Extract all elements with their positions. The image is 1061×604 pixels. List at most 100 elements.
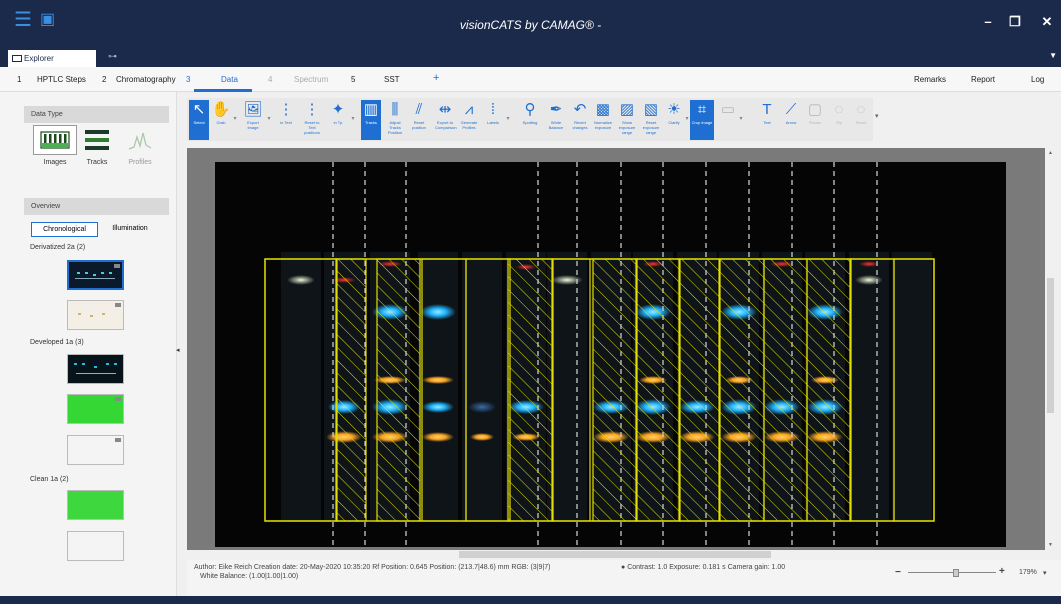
tab-log[interactable]: Log	[1031, 75, 1044, 84]
arrow-tool-button[interactable]: ⟋ Arrow	[781, 100, 801, 140]
eyedropper-icon: ✒	[549, 101, 563, 118]
hptlc-plate-image[interactable]	[215, 162, 1006, 547]
hand-icon: ✋	[211, 101, 231, 118]
generate-profiles-button[interactable]: ⩘ Generate Profiles	[459, 100, 479, 140]
exposure-icon: ▩	[595, 101, 611, 118]
normalize-exposure-button[interactable]: ▩ Normalize exposure	[593, 100, 613, 140]
grab-label: Grab	[216, 120, 226, 125]
toolbar-separator: ▾	[739, 116, 743, 122]
thumbnail-derivatized-2[interactable]	[67, 300, 124, 330]
reset-exposure-range-button[interactable]: ▧ Reset exposure range	[641, 100, 661, 140]
minimize-button[interactable]: –	[979, 14, 997, 29]
in-tp-button[interactable]: ✦ in Tp	[328, 100, 348, 140]
profiles-label: Profiles	[128, 159, 152, 166]
collapse-panel-icon[interactable]: ◂	[176, 346, 180, 354]
crop-image-button[interactable]: ⌗ Crop image	[690, 100, 714, 140]
export-comparison-button[interactable]: ⇹ Export to Comparison	[435, 100, 457, 140]
close-button[interactable]: ✕	[1038, 14, 1056, 30]
reset-button[interactable]: ◌ Reset	[851, 100, 871, 140]
lane-background	[892, 252, 932, 522]
data-type-profiles[interactable]: Profiles	[118, 125, 162, 175]
track-boxes[interactable]	[264, 258, 935, 522]
title-bar: ☰ ▣ visionCATS by CAMAG® - – ❐ ✕	[0, 0, 1061, 47]
flip-label: Flip	[835, 120, 843, 125]
chevron-down-icon[interactable]: ▼	[1049, 51, 1057, 60]
step-5-number: 5	[351, 75, 356, 84]
status-contrast: Contrast: 1.0 Exposure: 0.181 s Camera g…	[627, 564, 786, 571]
step-chromatography[interactable]: Chromatography	[116, 75, 176, 84]
step-hptlc-steps[interactable]: HPTLC Steps	[37, 75, 86, 84]
export-image-button[interactable]: 🖼 Export Image	[243, 100, 263, 140]
reset-exposure-range-label: Reset exposure range	[642, 120, 660, 135]
scroll-down-icon[interactable]: ▼	[1048, 542, 1053, 548]
spotting-button[interactable]: ⚲ Spotting	[520, 100, 540, 140]
thumbnail-clean-1[interactable]	[67, 490, 124, 520]
active-step-indicator	[194, 89, 252, 92]
tab-report[interactable]: Report	[971, 75, 995, 84]
clarify-button[interactable]: ☀ Clarify	[664, 100, 684, 140]
add-step-button[interactable]: +	[433, 72, 439, 84]
export-comparison-label: Export to Comparison	[435, 120, 457, 130]
revert-changes-button[interactable]: ↶ Revert changes	[570, 100, 590, 140]
tab-illumination[interactable]: Illumination	[104, 222, 156, 237]
zoom-in-button[interactable]: +	[999, 566, 1005, 577]
cursor-icon: ↖	[192, 101, 206, 118]
scroll-up-icon[interactable]: ▲	[1048, 150, 1053, 156]
zoom-out-button[interactable]: −	[895, 567, 901, 578]
image-workspace[interactable]	[187, 148, 1045, 550]
tab-remarks[interactable]: Remarks	[914, 75, 946, 84]
tab-chronological[interactable]: Chronological	[31, 222, 98, 237]
images-icon	[33, 125, 77, 155]
text-tool-label: Text	[763, 120, 771, 125]
thumbnail-developed-1[interactable]	[67, 354, 124, 384]
step-sst[interactable]: SST	[384, 75, 400, 84]
crop-extra-button[interactable]: ▭	[718, 100, 738, 140]
horizontal-scrollbar[interactable]	[187, 550, 1045, 559]
flip-button[interactable]: ◌ Flip	[829, 100, 849, 140]
data-type-tracks[interactable]: Tracks	[75, 125, 119, 175]
horizontal-scroll-thumb[interactable]	[459, 551, 771, 558]
grab-tool-button[interactable]: ✋ Grab	[211, 100, 231, 140]
show-exposure-range-button[interactable]: ▨ Show exposure range	[617, 100, 637, 140]
data-type-images[interactable]: Images	[33, 125, 77, 175]
white-balance-label: White Balance	[548, 120, 564, 130]
spotting-label: Spotting	[522, 120, 538, 125]
vertical-scroll-thumb[interactable]	[1047, 278, 1054, 413]
restore-button[interactable]: ❐	[1006, 14, 1024, 30]
explorer-tab[interactable]: Explorer	[8, 50, 96, 67]
thumbnail-badge-icon	[115, 303, 121, 307]
text-tool-button[interactable]: T Text	[757, 100, 777, 140]
zoom-dropdown-icon[interactable]: ▾	[1043, 569, 1047, 577]
data-type-header: Data Type	[24, 106, 169, 123]
reset-position-button[interactable]: ⫽ Reset position	[409, 100, 429, 140]
white-balance-button[interactable]: ✒ White Balance	[546, 100, 566, 140]
status-bar: Author: Eike Reich Creation date: 20-May…	[187, 560, 1061, 596]
labels-icon: ⁞	[490, 101, 496, 118]
zoom-slider-track[interactable]	[908, 572, 996, 573]
adjust-tracks-button[interactable]: ⫼ Adjust Tracks Position	[385, 100, 405, 140]
vertical-scrollbar[interactable]: ▲ ▼	[1045, 148, 1056, 550]
toolbar-overflow-icon[interactable]: ▾	[875, 112, 879, 120]
thumbnail-developed-2[interactable]	[67, 394, 124, 424]
thumbnail-clean-2[interactable]	[67, 531, 124, 561]
step-data[interactable]: Data	[221, 75, 238, 84]
rotate-button[interactable]: ▢ Rotate	[805, 100, 825, 140]
select-tool-button[interactable]: ↖ Select	[189, 100, 209, 140]
zoom-percentage[interactable]: 179%	[1019, 569, 1037, 576]
tracks-tool-button[interactable]: ▥ Tracks	[361, 100, 381, 140]
thumbnail-derivatized-1[interactable]	[67, 260, 124, 290]
link-icon[interactable]: ⊶	[108, 51, 117, 62]
comparison-icon: ⇹	[438, 101, 452, 118]
reset-exposure-icon: ▧	[643, 101, 659, 118]
export-image-icon: 🖼	[243, 101, 263, 118]
thumbnail-developed-3[interactable]	[67, 435, 124, 465]
step-spectrum[interactable]: Spectrum	[294, 75, 328, 84]
in-text-button[interactable]: ⋮ in Text	[276, 100, 296, 140]
status-info: Author: Eike Reich Creation date: 20-May…	[194, 564, 551, 571]
zoom-slider-knob[interactable]	[953, 569, 959, 577]
step-3-number: 3	[186, 75, 191, 84]
images-label: Images	[43, 159, 67, 166]
labels-button[interactable]: ⁞ Labels	[483, 100, 503, 140]
text-icon: T	[762, 101, 772, 118]
reset-to-text-button[interactable]: ⋮ Reset to Text positions	[302, 100, 322, 140]
